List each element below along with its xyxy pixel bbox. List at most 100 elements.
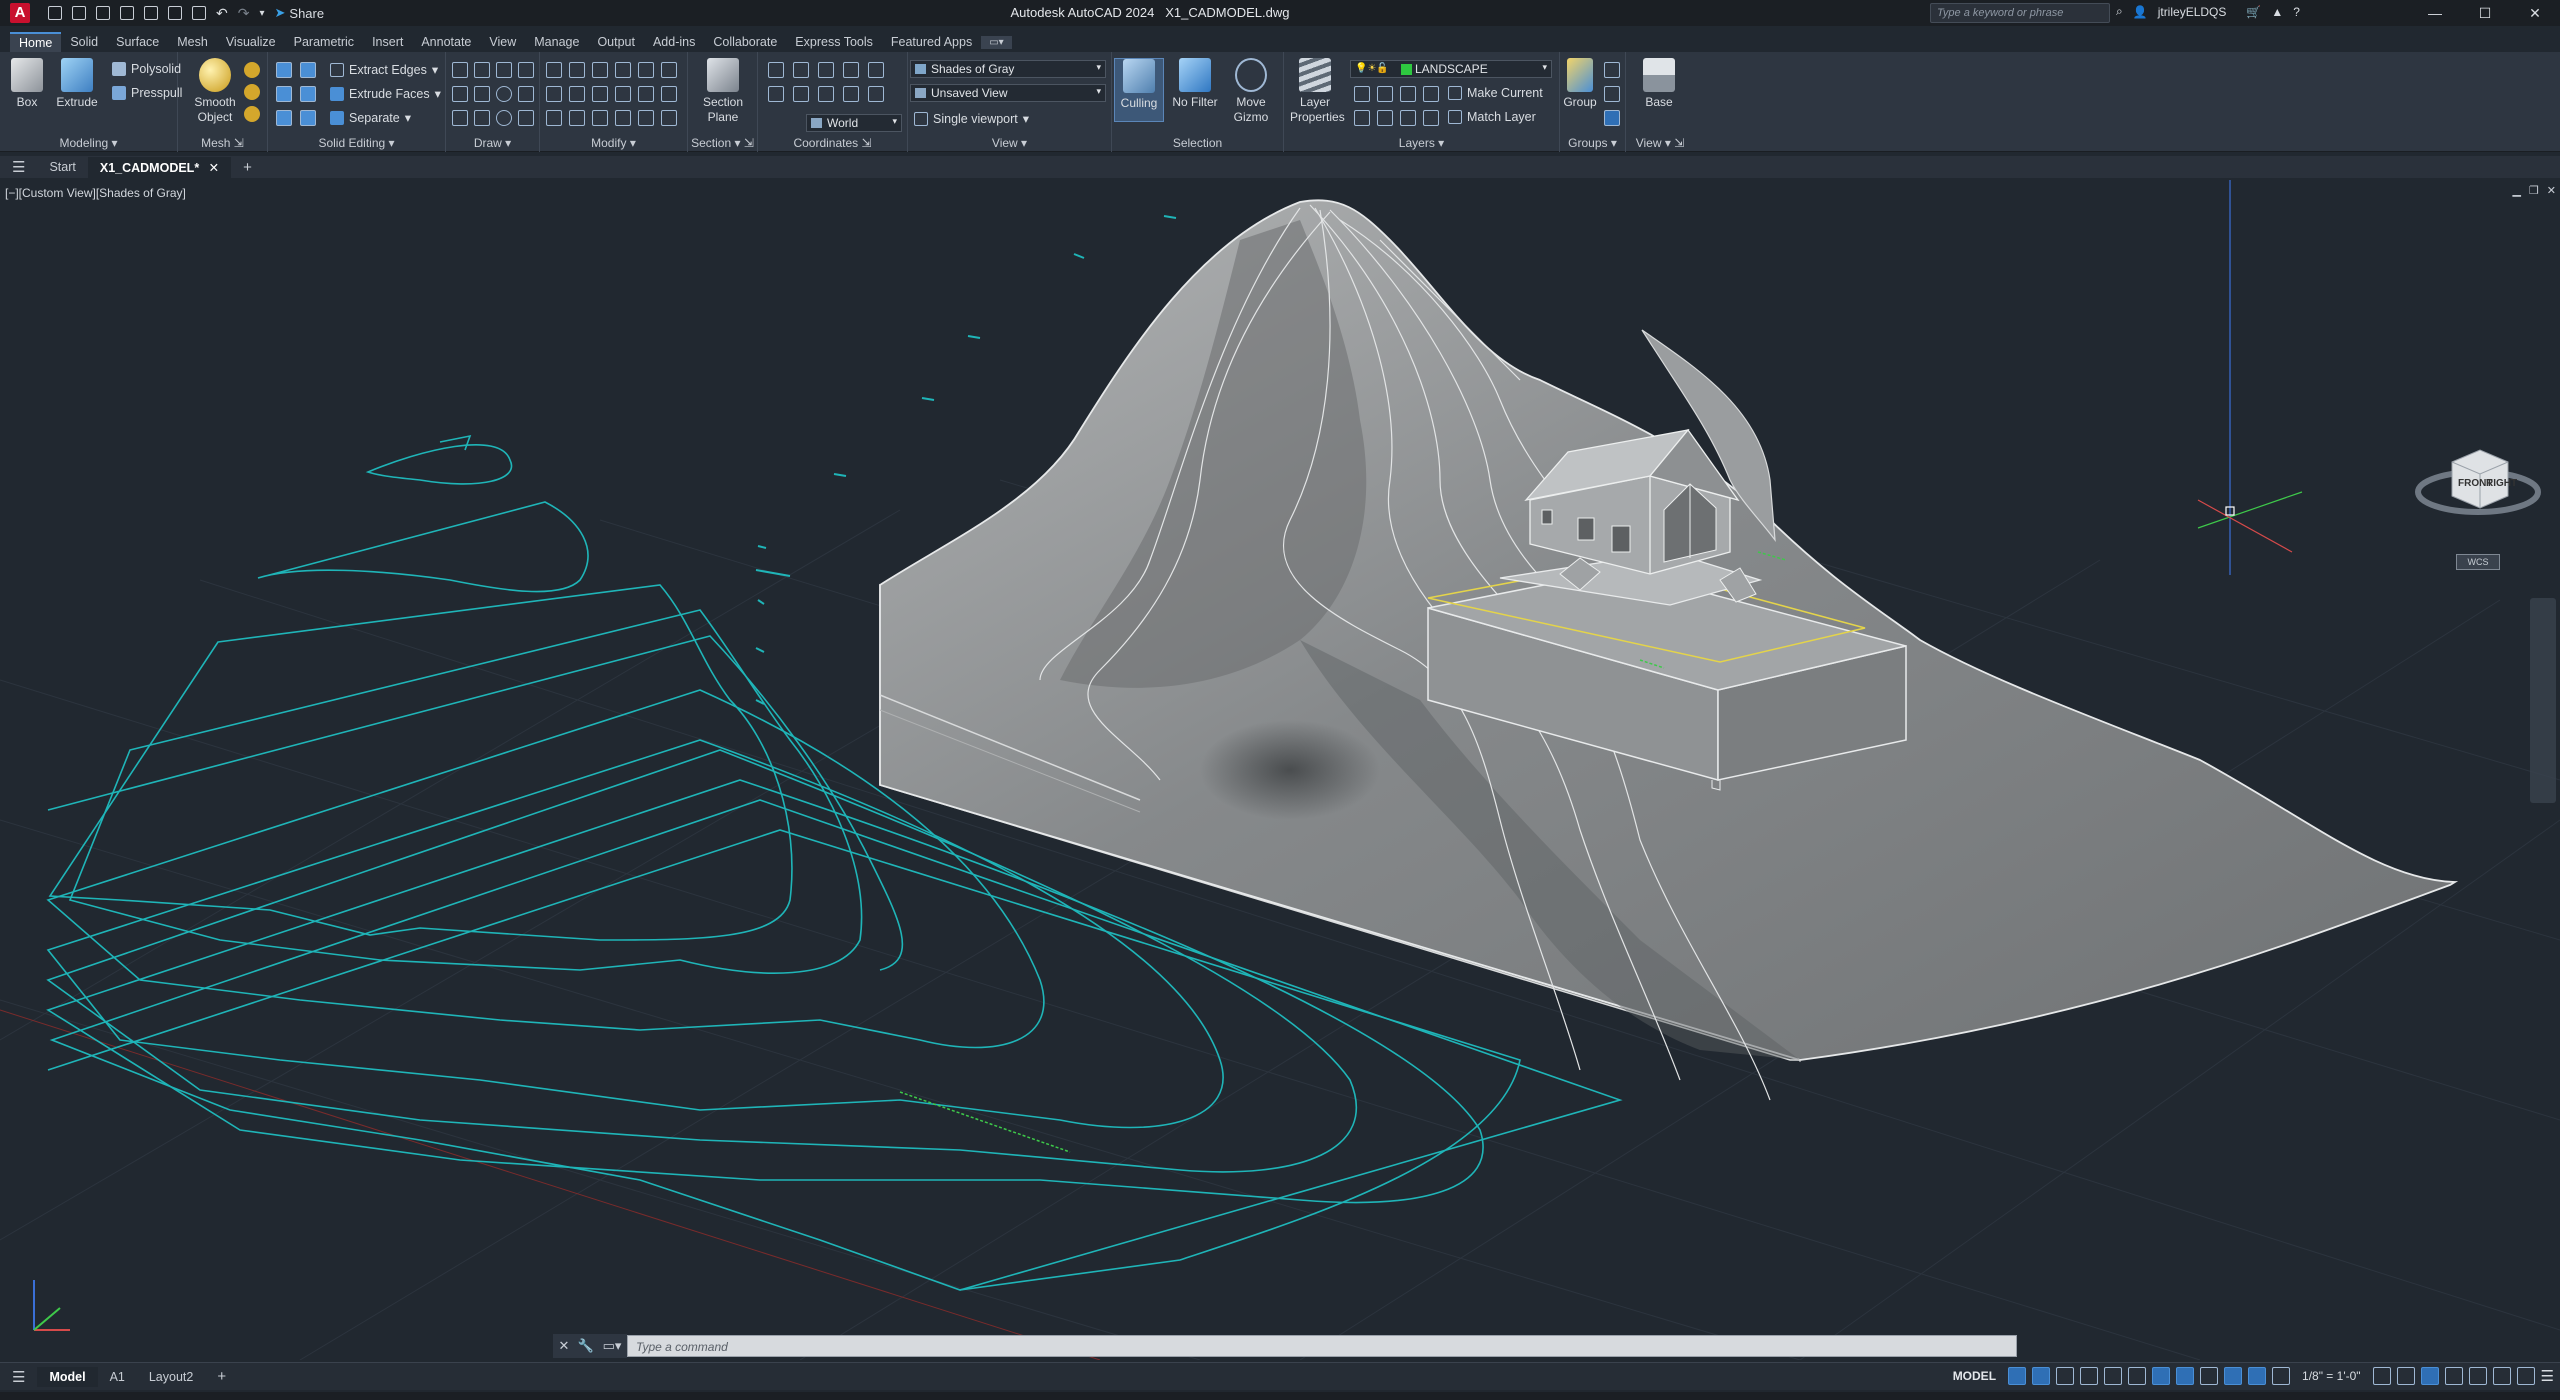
ucs-y-icon[interactable]	[868, 86, 884, 102]
union-icon[interactable]	[276, 62, 292, 78]
isodraft-icon[interactable]	[2128, 1367, 2147, 1385]
panel-title-draw[interactable]: Draw ▾	[446, 136, 539, 150]
plot-icon[interactable]	[192, 6, 206, 20]
layer-on-icon[interactable]	[1354, 110, 1370, 126]
annotation-scale-select[interactable]: 1/8" = 1'-0"	[2296, 1369, 2367, 1383]
customize-command-icon[interactable]: 🔧	[575, 1334, 597, 1358]
units-icon[interactable]	[2420, 1367, 2439, 1385]
annotation-visibility-icon[interactable]	[2224, 1367, 2243, 1385]
ungroup-icon[interactable]	[1604, 62, 1620, 78]
recent-commands-icon[interactable]: ▭▾	[597, 1334, 627, 1358]
presspull-button[interactable]: Presspull	[112, 86, 182, 100]
navigation-bar[interactable]	[2530, 598, 2556, 803]
autocad-logo-icon[interactable]: A	[10, 3, 30, 23]
ellipse-icon[interactable]	[496, 110, 512, 126]
extract-edges-button[interactable]: Extract Edges ▾	[330, 62, 438, 77]
polysolid-button[interactable]: Polysolid	[112, 62, 181, 76]
clean-screen-icon[interactable]	[2516, 1367, 2535, 1385]
rotate-icon[interactable]	[592, 86, 608, 102]
move-gizmo-button[interactable]: Move Gizmo	[1226, 58, 1276, 125]
panel-title-section[interactable]: Section ▾ ⇲	[688, 136, 757, 150]
extrude-button[interactable]: Extrude	[52, 58, 102, 110]
tab-visualize[interactable]: Visualize	[217, 33, 285, 51]
tab-view[interactable]: View	[480, 33, 525, 51]
save-as-icon[interactable]	[120, 6, 134, 20]
ucs-world-icon[interactable]	[793, 62, 809, 78]
close-tab-icon[interactable]: ✕	[209, 161, 219, 175]
close-icon[interactable]: ✕	[2510, 0, 2560, 26]
open-file-icon[interactable]	[72, 6, 86, 20]
workspace-gear-icon[interactable]	[2372, 1367, 2391, 1385]
hardware-acceleration-icon[interactable]	[2492, 1367, 2511, 1385]
panel-title-coordinates[interactable]: Coordinates ⇲	[758, 136, 907, 150]
tab-surface[interactable]: Surface	[107, 33, 168, 51]
tab-start[interactable]: Start	[37, 157, 87, 177]
draw-more2-icon[interactable]	[518, 86, 534, 102]
vp-close-icon[interactable]: ✕	[2547, 184, 2556, 197]
arc-icon[interactable]	[496, 62, 512, 78]
new-layout-icon[interactable]: +	[205, 1365, 238, 1388]
lineweight-icon[interactable]	[2200, 1367, 2219, 1385]
layer-unlock-icon[interactable]	[1423, 110, 1439, 126]
copy-icon[interactable]	[615, 62, 631, 78]
layer-lock-icon[interactable]	[1423, 86, 1439, 102]
tab-model[interactable]: Model	[37, 1366, 98, 1387]
group-button[interactable]: Group	[1560, 58, 1600, 110]
ucs-z-icon[interactable]	[843, 62, 859, 78]
move-3d-icon[interactable]	[592, 62, 608, 78]
tab-mesh[interactable]: Mesh	[168, 33, 217, 51]
box-button[interactable]: Box	[2, 58, 52, 110]
tab-addins[interactable]: Add-ins	[644, 33, 704, 51]
mesh-sphere-icon[interactable]	[244, 62, 260, 78]
user-icon[interactable]: 👤	[2133, 5, 2148, 19]
annotation-scale-icon[interactable]	[2272, 1367, 2291, 1385]
no-filter-button[interactable]: No Filter	[1170, 58, 1220, 110]
grid-icon[interactable]	[2008, 1367, 2027, 1385]
ucs-x-icon[interactable]	[843, 86, 859, 102]
mesh-smooth-more-icon[interactable]	[244, 84, 260, 100]
tab-layout-a1[interactable]: A1	[98, 1367, 137, 1387]
model-scene[interactable]	[0, 180, 2560, 1360]
polar-icon[interactable]	[2104, 1367, 2123, 1385]
new-file-icon[interactable]	[48, 6, 62, 20]
infer-icon[interactable]	[2056, 1367, 2075, 1385]
visual-style-select[interactable]: Shades of Gray ▾	[910, 60, 1106, 78]
modify-more-icon[interactable]	[661, 62, 677, 78]
extrude-faces-button[interactable]: Extrude Faces ▾	[330, 86, 441, 101]
culling-button[interactable]: Culling	[1114, 58, 1164, 122]
base-button[interactable]: Base	[1634, 58, 1684, 110]
tab-express-tools[interactable]: Express Tools	[786, 33, 882, 51]
panel-title-solid-editing[interactable]: Solid Editing ▾	[268, 136, 445, 150]
modify-more2-icon[interactable]	[661, 86, 677, 102]
smooth-object-button[interactable]: Smooth Object	[190, 58, 240, 125]
tab-drawing[interactable]: X1_CADMODEL* ✕	[87, 156, 232, 178]
viewcube[interactable]: FRONT RIGHT	[2412, 430, 2548, 540]
ucs-face-icon[interactable]	[818, 86, 834, 102]
panel-title-view[interactable]: View ▾	[908, 136, 1111, 150]
panel-title-base-view[interactable]: View ▾ ⇲	[1626, 136, 1694, 150]
draw-more-icon[interactable]	[518, 62, 534, 78]
mirror-icon[interactable]	[569, 86, 585, 102]
stretch-icon[interactable]	[615, 86, 631, 102]
save-icon[interactable]	[96, 6, 110, 20]
tab-featured-apps[interactable]: Featured Apps	[882, 33, 981, 51]
command-input[interactable]: Type a command	[627, 1335, 2017, 1357]
orbit-icon[interactable]	[569, 62, 585, 78]
ucs-object-icon[interactable]	[793, 86, 809, 102]
model-space-toggle[interactable]: MODEL	[1947, 1369, 2002, 1383]
modify-more3-icon[interactable]	[661, 110, 677, 126]
ucs-select[interactable]: World ▾	[806, 114, 902, 132]
draw-more3-icon[interactable]	[518, 110, 534, 126]
panel-title-groups[interactable]: Groups ▾	[1560, 136, 1625, 150]
save-web-icon[interactable]	[168, 6, 182, 20]
ribbon-options-icon[interactable]: ▭▾	[981, 35, 1012, 49]
named-view-select[interactable]: Unsaved View ▾	[910, 84, 1106, 102]
vp-minimize-icon[interactable]: ▁	[2512, 184, 2520, 197]
tab-layout-2[interactable]: Layout2	[137, 1367, 205, 1387]
panel-title-modify[interactable]: Modify ▾	[540, 136, 687, 150]
ortho-icon[interactable]	[2080, 1367, 2099, 1385]
section-plane-button[interactable]: Section Plane	[698, 58, 748, 125]
application-menu-icon[interactable]: ☰	[0, 155, 37, 179]
layer-select[interactable]: 💡☀🔓 LANDSCAPE ▾	[1350, 60, 1552, 78]
tab-home[interactable]: Home	[10, 32, 62, 52]
